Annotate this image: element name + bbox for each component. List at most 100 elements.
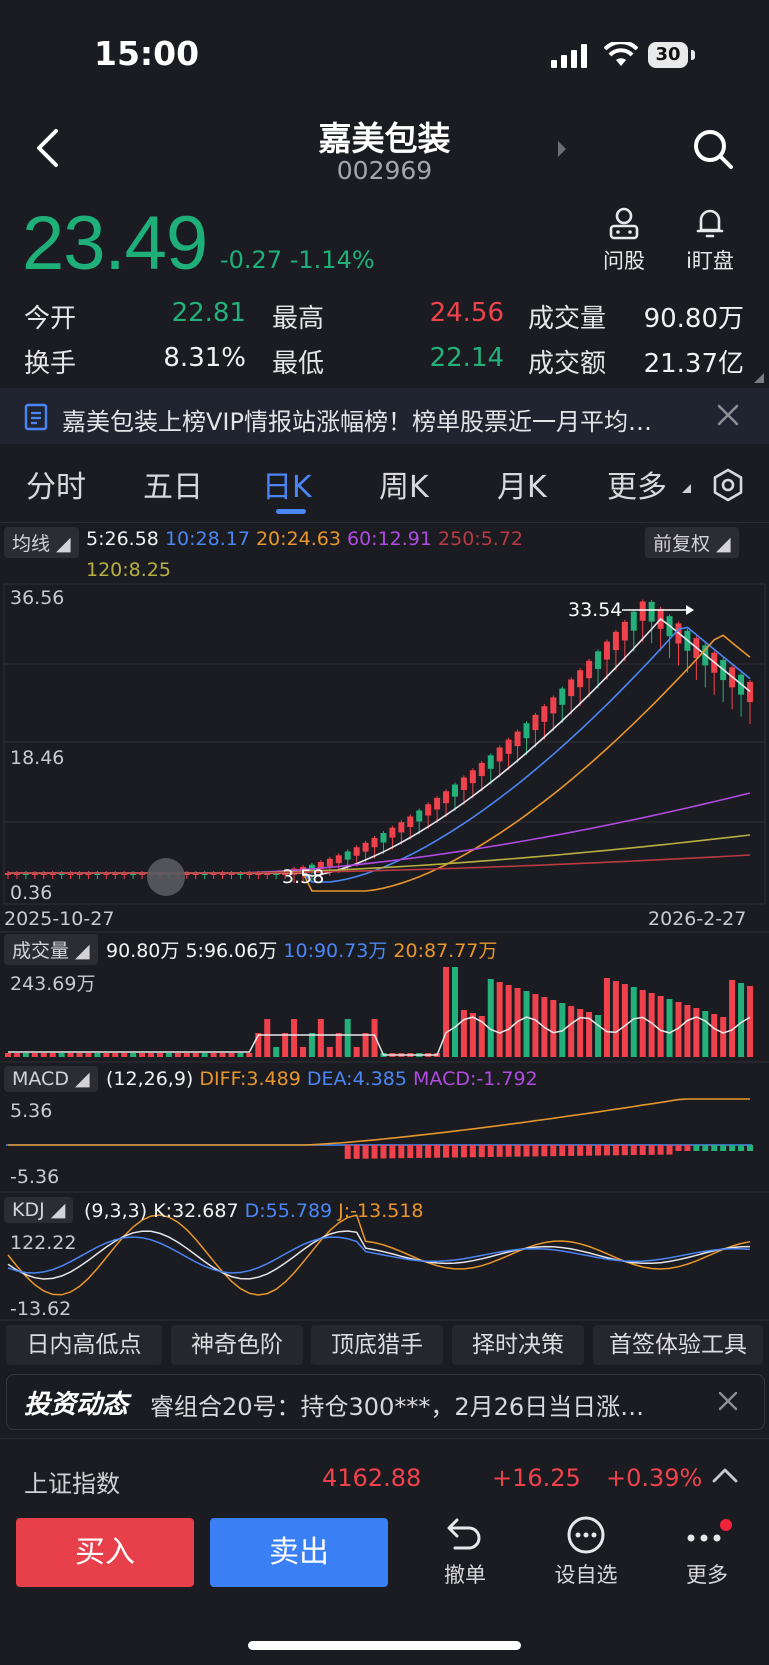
volume-bar	[183, 1053, 190, 1057]
watch-button[interactable]: i盯盘	[675, 206, 745, 275]
ask-stock-button[interactable]: 问股	[589, 206, 659, 275]
candle-body	[532, 714, 539, 731]
tab-weekly-k[interactable]: 周K	[379, 462, 429, 506]
close-icon[interactable]	[717, 404, 739, 426]
macd-bar	[398, 1145, 405, 1159]
news-brand: 投资动态	[24, 1390, 129, 1420]
tab-daily-k[interactable]: 日K	[262, 462, 312, 506]
macd-selector[interactable]: MACD ◢	[4, 1066, 98, 1092]
adjust-selector[interactable]: 前复权 ◢	[645, 527, 739, 558]
volume-bar	[174, 1053, 181, 1057]
volume-bar	[130, 1053, 137, 1057]
tab-minute[interactable]: 分时	[26, 462, 86, 506]
chevron-up-icon[interactable]	[712, 1467, 738, 1483]
volume-bar	[112, 1053, 119, 1057]
cancel-order-button[interactable]: 撤单	[420, 1516, 510, 1589]
volume-bar	[603, 978, 610, 1057]
macd-bar	[425, 1145, 432, 1158]
volume-bar	[291, 1019, 298, 1057]
volume-bar	[353, 1047, 360, 1057]
volume-bar	[657, 996, 664, 1057]
tool-timing[interactable]: 择时决策	[452, 1325, 584, 1365]
volume-bar	[595, 1015, 602, 1057]
price-axis-max: 36.56	[10, 587, 65, 609]
volume-bar	[335, 1033, 342, 1057]
volume-bar	[568, 1006, 575, 1057]
volume-bar	[469, 1013, 476, 1057]
more-button[interactable]: 更多	[662, 1516, 752, 1589]
volume-bar	[282, 1033, 289, 1057]
volume-bar	[496, 982, 503, 1057]
volume-bar	[326, 1047, 333, 1057]
chart-scroll-handle[interactable]	[147, 858, 185, 896]
candle-body	[326, 858, 333, 867]
price-axis-mid: 18.46	[10, 747, 65, 769]
volume-bar	[246, 1053, 253, 1057]
index-name[interactable]: 上证指数	[24, 1464, 120, 1499]
macd-bar	[532, 1145, 539, 1157]
macd-bar	[380, 1145, 387, 1159]
next-stock-icon[interactable]	[557, 141, 567, 157]
volume-bar	[362, 1033, 369, 1057]
macd-bar	[630, 1145, 637, 1156]
ma60-value: 60:12.91	[347, 528, 432, 550]
macd-bar	[496, 1145, 503, 1157]
index-value: 4162.88	[322, 1464, 422, 1492]
buy-button[interactable]: 买入	[16, 1518, 194, 1587]
volume-bar	[22, 1053, 29, 1057]
macd-bar	[416, 1145, 423, 1158]
candle-body	[603, 641, 610, 660]
tab-more[interactable]: 更多	[607, 462, 667, 506]
macd-axis-top: 5.36	[10, 1100, 53, 1122]
volume-bar	[550, 1000, 557, 1057]
high-marker-arrowhead	[686, 605, 694, 615]
battery-nub	[691, 50, 695, 60]
tool-color-scale[interactable]: 神奇色阶	[171, 1325, 303, 1365]
low-marker-label: 3.58	[282, 866, 325, 888]
candle-body	[425, 804, 432, 816]
ask-stock-label: 问股	[603, 249, 645, 273]
candle-body	[362, 842, 369, 852]
expand-corner-icon[interactable]	[754, 373, 764, 383]
adjust-selector-label: 前复权	[653, 533, 711, 555]
volume-selector[interactable]: 成交量 ◢	[4, 934, 98, 965]
volume-bar	[121, 1053, 128, 1057]
index-percent: +0.39%	[606, 1464, 703, 1492]
search-icon[interactable]	[692, 128, 734, 170]
volume-bar	[720, 1017, 727, 1057]
stat-value: 21.37亿	[643, 349, 744, 379]
bell-icon	[696, 209, 724, 238]
news-text[interactable]: 睿组合20号：持仓300***，2月26日当日涨…	[150, 1387, 690, 1422]
settings-icon[interactable]	[711, 468, 745, 502]
volume-bar	[505, 985, 512, 1057]
stat-value: 8.31%	[163, 343, 246, 373]
kdj-d: D:55.789	[244, 1200, 333, 1222]
tab-five-day[interactable]: 五日	[143, 462, 203, 506]
add-favorite-button[interactable]: 设自选	[541, 1516, 631, 1589]
volume-bar	[103, 1053, 110, 1057]
news-close-icon[interactable]	[718, 1391, 738, 1411]
volume-bar	[219, 1053, 226, 1057]
ma-selector[interactable]: 均线 ◢	[4, 527, 79, 558]
volume-bar	[693, 1008, 700, 1057]
home-indicator	[248, 1641, 521, 1650]
tool-trial[interactable]: 首签体验工具	[593, 1325, 763, 1365]
notice-text[interactable]: 嘉美包装上榜VIP情报站涨幅榜！榜单股票近一月平均…	[62, 402, 702, 437]
candle-body	[639, 601, 646, 621]
stat-value: 22.81	[171, 298, 246, 328]
macd-diff-line	[8, 1098, 750, 1146]
tab-monthly-k[interactable]: 月K	[497, 462, 547, 506]
macd-bar	[603, 1145, 610, 1156]
volume-bar	[308, 1033, 315, 1057]
volume-bar	[201, 1053, 208, 1057]
kdj-selector[interactable]: KDJ ◢	[4, 1197, 74, 1223]
tool-intraday-high-low[interactable]: 日内高低点	[6, 1325, 162, 1365]
candle-body	[577, 670, 584, 688]
volume-bar	[487, 979, 494, 1057]
tool-top-bottom[interactable]: 顶底猎手	[311, 1325, 443, 1365]
sell-button[interactable]: 卖出	[210, 1518, 388, 1587]
candle-body	[630, 611, 637, 631]
macd-bar	[434, 1145, 441, 1158]
ma5-value: 5:26.58	[86, 528, 159, 550]
macd-bar	[523, 1145, 530, 1157]
